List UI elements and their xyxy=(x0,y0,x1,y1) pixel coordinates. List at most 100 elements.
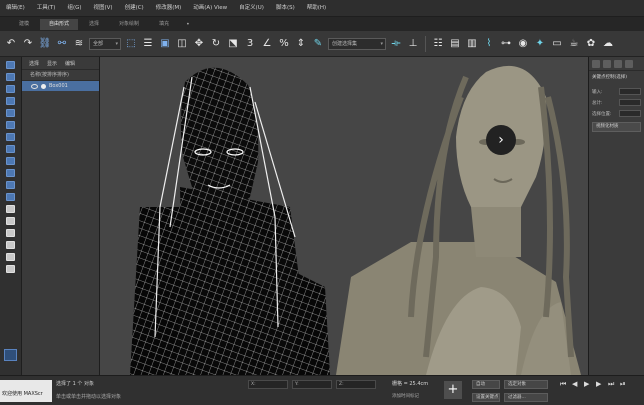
menu-help[interactable]: 帮助(H) xyxy=(301,0,332,17)
rendered-frame-icon[interactable]: ▭ xyxy=(550,36,564,52)
display-none-icon[interactable] xyxy=(6,217,15,225)
display-frozen-icon[interactable] xyxy=(6,181,15,189)
display-spacewarps-icon[interactable] xyxy=(6,121,15,129)
link-icon[interactable]: ⛓ xyxy=(38,36,52,52)
add-time-tag[interactable]: 添加时间标记 xyxy=(392,393,419,399)
scene-column-header[interactable]: 名称(按排序排序) xyxy=(22,70,99,81)
create-tab-icon[interactable] xyxy=(592,59,600,68)
goto-start-icon[interactable]: ⏮ xyxy=(560,380,566,389)
display-bones-icon[interactable] xyxy=(6,157,15,165)
tab-populate[interactable]: 填充 xyxy=(150,19,178,30)
render-production-icon[interactable]: ☕ xyxy=(567,36,581,52)
unlink-icon[interactable]: ⚯ xyxy=(55,36,69,52)
render-setup-icon[interactable]: ✦ xyxy=(533,36,547,52)
scene-object-row[interactable]: Box001 xyxy=(22,81,99,91)
bind-spacewarp-icon[interactable]: ≋ xyxy=(72,36,86,52)
scene-menu-edit[interactable]: 编辑 xyxy=(65,60,75,67)
display-cameras-icon[interactable] xyxy=(6,97,15,105)
mirror-icon[interactable]: ⟛ xyxy=(389,36,403,52)
key-mode-icon[interactable]: ⏯ xyxy=(620,380,626,389)
next-frame-icon[interactable]: ▶ xyxy=(596,380,601,388)
hierarchy-tab-icon[interactable] xyxy=(614,59,622,68)
display-containers-icon[interactable] xyxy=(6,169,15,177)
layer-explorer-icon[interactable]: ▤ xyxy=(448,36,462,52)
ribbon-more-toggle[interactable]: • xyxy=(180,21,196,28)
scale-icon[interactable]: ⬔ xyxy=(226,36,240,52)
field-selection-box[interactable] xyxy=(619,110,641,117)
material-editor-icon[interactable]: ◉ xyxy=(516,36,530,52)
redo-icon[interactable]: ↷ xyxy=(21,36,35,52)
menu-customize[interactable]: 自定义(U) xyxy=(233,0,270,17)
workspace-icon[interactable] xyxy=(4,349,17,361)
menu-edit[interactable]: 编辑(E) xyxy=(0,0,31,17)
schematic-view-icon[interactable]: ⊶ xyxy=(499,36,513,52)
toggle-ribbon-icon[interactable]: ▥ xyxy=(465,36,479,52)
display-groups-icon[interactable] xyxy=(6,133,15,141)
render-online-icon[interactable]: ☁ xyxy=(601,36,615,52)
set-key-button[interactable]: 设置关键点 xyxy=(472,393,500,402)
tab-freeform[interactable]: 自由形式 xyxy=(40,18,79,30)
scene-menu-display[interactable]: 显示 xyxy=(47,60,57,67)
tab-object-paint[interactable]: 对象绘制 xyxy=(110,19,148,30)
find-icon[interactable] xyxy=(6,253,15,261)
render-iterative-icon[interactable]: ✿ xyxy=(584,36,598,52)
display-geometry-icon[interactable] xyxy=(6,61,15,69)
display-hidden-icon[interactable] xyxy=(6,193,15,201)
rectangular-selection-icon[interactable]: ▣ xyxy=(158,36,172,52)
menu-modifiers[interactable]: 修改器(M) xyxy=(150,0,188,17)
key-filter-selection[interactable]: 选定对象 xyxy=(504,380,548,389)
next-arrow-button[interactable]: › xyxy=(486,125,516,155)
display-xrefs-icon[interactable] xyxy=(6,145,15,153)
menu-view[interactable]: 视图(V) xyxy=(88,0,119,17)
prev-frame-icon[interactable]: ◀ xyxy=(572,380,577,388)
display-shapes-icon[interactable] xyxy=(6,73,15,81)
y-coordinate-field[interactable]: Y: xyxy=(292,380,332,389)
tab-selection[interactable]: 选择 xyxy=(80,19,108,30)
modify-tab-icon[interactable] xyxy=(603,59,611,68)
edit-named-selection-icon[interactable]: ✎ xyxy=(311,36,325,52)
field-input-box[interactable] xyxy=(619,88,641,95)
menu-group[interactable]: 组(G) xyxy=(61,0,87,17)
undo-icon[interactable]: ↶ xyxy=(4,36,18,52)
x-coordinate-field[interactable]: X: xyxy=(248,380,288,389)
add-key-icon[interactable]: + xyxy=(444,381,462,399)
scene-explorer-icon[interactable]: ☷ xyxy=(431,36,445,52)
window-crossing-icon[interactable]: ◫ xyxy=(175,36,189,52)
rollout-title[interactable]: 关键点控制(选择) xyxy=(589,71,644,85)
motion-tab-icon[interactable] xyxy=(625,59,633,68)
display-all-icon[interactable] xyxy=(6,205,15,213)
visibility-eye-icon[interactable] xyxy=(31,83,38,89)
display-lights-icon[interactable] xyxy=(6,85,15,93)
scene-menu-select[interactable]: 选择 xyxy=(29,60,39,67)
select-by-name-icon[interactable]: ☰ xyxy=(141,36,155,52)
play-icon[interactable]: ▶ xyxy=(584,380,589,388)
sync-selection-icon[interactable] xyxy=(6,265,15,273)
invert-display-icon[interactable] xyxy=(6,229,15,237)
select-object-icon[interactable]: ⬚ xyxy=(124,36,138,52)
angle-snap-icon[interactable]: ∠ xyxy=(260,36,274,52)
filter-icon[interactable] xyxy=(6,241,15,249)
curve-editor-icon[interactable]: ⌇ xyxy=(482,36,496,52)
spinner-snap-icon[interactable]: ⇕ xyxy=(294,36,308,52)
menu-tools[interactable]: 工具(T) xyxy=(31,0,62,17)
menu-create[interactable]: 创建(C) xyxy=(119,0,150,17)
percent-snap-icon[interactable]: % xyxy=(277,36,291,52)
key-filters-button[interactable]: 过滤器... xyxy=(504,393,548,402)
video-material-button[interactable]: 视频化材质 xyxy=(592,122,641,132)
menu-script[interactable]: 脚本(S) xyxy=(270,0,301,17)
menu-animation[interactable]: 动画(A) View xyxy=(187,0,233,17)
field-total-box[interactable] xyxy=(619,99,641,106)
rotate-icon[interactable]: ↻ xyxy=(209,36,223,52)
snap-3d-icon[interactable]: 3 xyxy=(243,36,257,52)
maxscript-listener[interactable]: 欢迎使用 MAXScr xyxy=(0,380,52,402)
named-selection-dropdown[interactable]: 创建选择集 xyxy=(328,37,386,50)
align-icon[interactable]: ⊥ xyxy=(406,36,420,52)
z-coordinate-field[interactable]: Z: xyxy=(336,380,376,389)
goto-end-icon[interactable]: ⏭ xyxy=(608,380,614,389)
perspective-viewport[interactable] xyxy=(100,57,588,375)
auto-key-button[interactable]: 自动 xyxy=(472,380,500,389)
display-helpers-icon[interactable] xyxy=(6,109,15,117)
selection-filter-dropdown[interactable]: 全部 xyxy=(89,37,121,50)
tab-modeling[interactable]: 建模 xyxy=(10,19,38,30)
move-icon[interactable]: ✥ xyxy=(192,36,206,52)
